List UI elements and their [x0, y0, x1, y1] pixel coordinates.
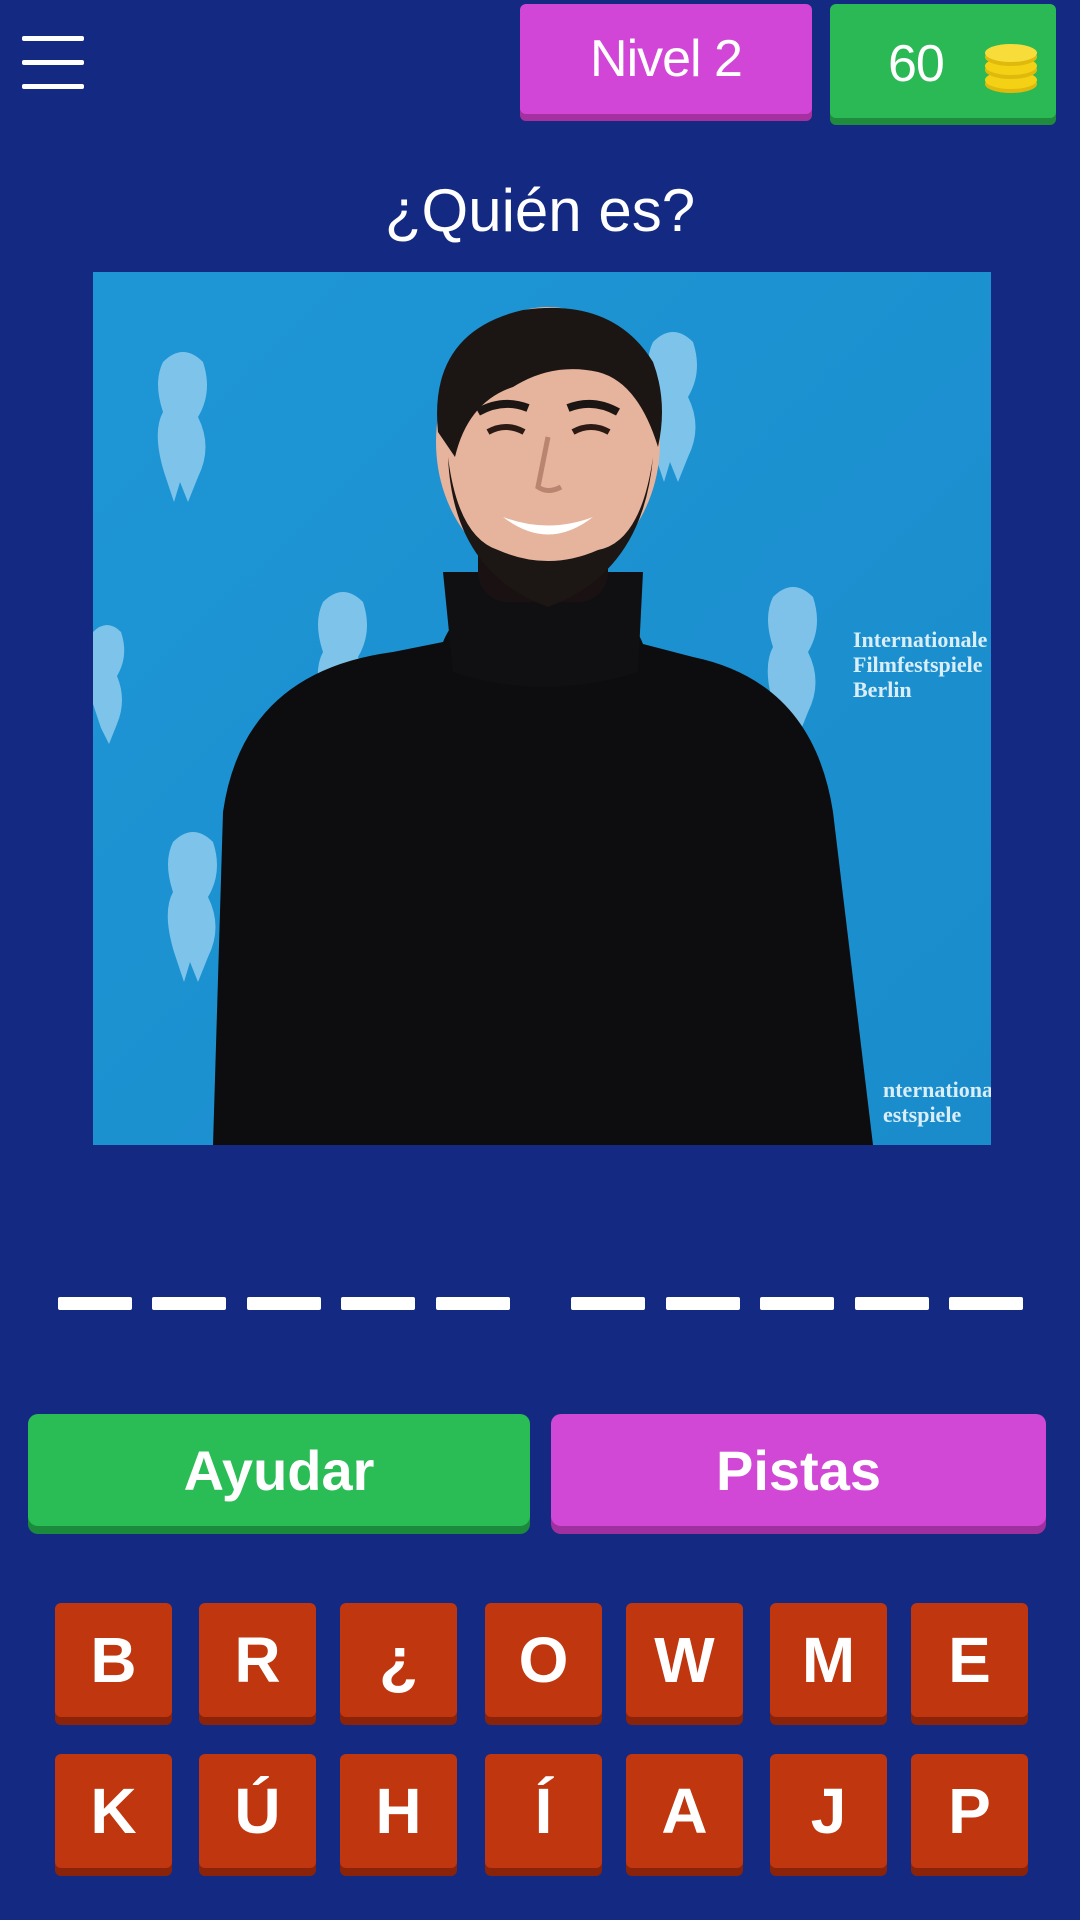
letter-key[interactable]: H [340, 1754, 457, 1868]
answer-slot[interactable] [152, 1297, 226, 1310]
answer-slot[interactable] [247, 1297, 321, 1310]
answer-slot[interactable] [571, 1297, 645, 1310]
backdrop-text-line: Filmfestspiele [853, 652, 983, 677]
letter-key[interactable]: K [55, 1754, 172, 1868]
backdrop-text-line: Internationale [853, 627, 988, 652]
level-label: Nivel 2 [590, 30, 743, 88]
answer-slot[interactable] [760, 1297, 834, 1310]
letter-key[interactable]: B [55, 1603, 172, 1717]
letter-key[interactable]: E [911, 1603, 1028, 1717]
answer-slot[interactable] [436, 1297, 510, 1310]
coins-badge[interactable]: 60 [830, 4, 1056, 118]
letter-key[interactable]: ¿ [340, 1603, 457, 1717]
letter-key[interactable]: W [626, 1603, 743, 1717]
backdrop-text-line: Berlin [853, 677, 912, 702]
menu-line [22, 36, 84, 41]
help-button[interactable]: Ayudar [28, 1414, 530, 1526]
letter-key[interactable]: A [626, 1754, 743, 1868]
coins-value: 60 [888, 35, 945, 93]
backdrop-text-line: estspiele [883, 1102, 961, 1127]
letter-key[interactable]: Í [485, 1754, 602, 1868]
answer-slot[interactable] [949, 1297, 1023, 1310]
letter-key[interactable]: J [770, 1754, 887, 1868]
letter-key[interactable]: Ú [199, 1754, 316, 1868]
answer-slot[interactable] [58, 1297, 132, 1310]
answer-slot[interactable] [341, 1297, 415, 1310]
menu-line [22, 60, 84, 65]
level-badge: Nivel 2 [520, 4, 812, 114]
answer-slot[interactable] [855, 1297, 929, 1310]
menu-line [22, 84, 84, 89]
letter-key[interactable]: P [911, 1754, 1028, 1868]
question-title: ¿Quién es? [384, 177, 696, 244]
letter-key[interactable]: M [770, 1603, 887, 1717]
celebrity-photo: Internationale Filmfestspiele Berlin nte… [93, 272, 991, 1145]
hints-button[interactable]: Pistas [551, 1414, 1046, 1526]
letter-key[interactable]: O [485, 1603, 602, 1717]
answer-slot[interactable] [666, 1297, 740, 1310]
backdrop-text-line: nternationale [883, 1077, 991, 1102]
letter-key[interactable]: R [199, 1603, 316, 1717]
hamburger-menu-icon[interactable] [22, 36, 84, 89]
coin-stack-icon [985, 44, 1037, 93]
